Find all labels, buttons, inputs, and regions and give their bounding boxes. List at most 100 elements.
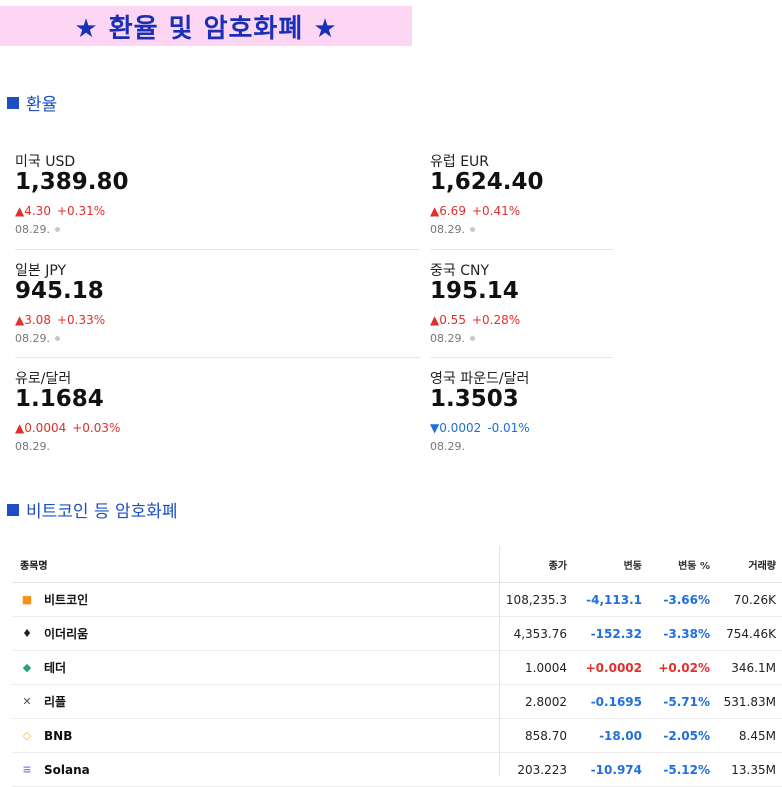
coin-volume: 70.26K (733, 592, 776, 607)
arrow-up-icon: ▲ (430, 313, 440, 327)
bitcoin-icon: ■ (21, 593, 33, 606)
coin-percent: -5.71% (663, 694, 710, 709)
header-percent[interactable]: 변동 % (678, 546, 710, 582)
table-row[interactable]: ♦ 이더리움 4,353.76 -152.32 -3.38% 754.46K (12, 617, 782, 651)
fx-section-label: 환율 (26, 95, 58, 115)
arrow-up-icon: ▲ (15, 421, 25, 435)
coin-volume: 13.35M (731, 762, 776, 777)
fx-name: 미국 USD (15, 154, 76, 170)
coin-percent: -5.12% (663, 762, 710, 777)
arrow-up-icon: ▲ (15, 204, 25, 218)
coin-price: 2.8002 (525, 694, 567, 709)
fx-card[interactable]: 영국 파운드/달러 1.3503 ▼0.0002 -0.01% 08.29. (430, 368, 782, 476)
coin-name[interactable]: ■ 비트코인 (20, 583, 88, 616)
fx-change-percent: +0.03% (72, 421, 121, 435)
fx-divider (430, 249, 613, 250)
fx-value: 945.18 (15, 278, 104, 304)
fx-card[interactable]: 중국 CNY 195.14 ▲0.55 +0.28% 08.29. (430, 260, 782, 368)
coin-name[interactable]: ◆ 테더 (20, 651, 66, 684)
fx-change: ▲4.30 +0.31% (15, 204, 111, 218)
coin-change: +0.0002 (585, 660, 642, 675)
fx-value: 195.14 (430, 278, 519, 304)
table-row[interactable]: ≡ Solana 203.223 -10.974 -5.12% 13.35M (12, 753, 782, 787)
fx-name: 유럽 EUR (430, 154, 490, 170)
coin-name[interactable]: ✕ 리플 (20, 685, 66, 718)
fx-change-percent: +0.41% (471, 204, 521, 218)
fx-card[interactable]: 일본 JPY 945.18 ▲3.08 +0.33% 08.29. (15, 260, 415, 368)
fx-value: 1,624.40 (430, 169, 544, 195)
fx-change: ▲0.55 +0.28% (430, 313, 526, 327)
table-row[interactable]: ◇ BNB 858.70 -18.00 -2.05% 8.45M (12, 719, 782, 753)
fx-change-percent: -0.01% (487, 421, 530, 435)
ripple-icon: ✕ (22, 695, 32, 708)
fx-date: 08.29. (430, 440, 465, 453)
fx-change-amount: ▲0.55 (430, 313, 466, 327)
fx-section-title: 환율 (7, 90, 57, 115)
fx-divider (15, 249, 420, 250)
coin-price: 4,353.76 (513, 626, 567, 641)
status-dot-icon (470, 336, 475, 341)
ethereum-icon: ♦ (22, 627, 32, 640)
header-price[interactable]: 종가 (549, 546, 567, 582)
banner-title: ★ 환율 및 암호화폐 ★ (74, 13, 338, 44)
fx-date: 08.29. (15, 332, 60, 345)
coin-percent: -2.05% (663, 728, 710, 743)
fx-change-amount: ▲4.30 (15, 204, 51, 218)
header-volume[interactable]: 거래량 (748, 546, 776, 582)
table-header: 종목명 종가 변동 변동 % 거래량 (12, 546, 782, 583)
status-dot-icon (55, 227, 60, 232)
fx-name: 일본 JPY (15, 263, 67, 279)
status-dot-icon (55, 336, 60, 341)
fx-card[interactable]: 유럽 EUR 1,624.40 ▲6.69 +0.41% 08.29. (430, 151, 782, 259)
table-row[interactable]: ◆ 테더 1.0004 +0.0002 +0.02% 346.1M (12, 651, 782, 685)
solana-icon: ≡ (22, 763, 32, 776)
coin-percent: -3.66% (663, 592, 710, 607)
fx-date: 08.29. (430, 332, 475, 345)
fx-card[interactable]: 유로/달러 1.1684 ▲0.0004 +0.03% 08.29. (15, 368, 415, 476)
fx-change: ▲6.69 +0.41% (430, 204, 526, 218)
fx-change-percent: +0.31% (56, 204, 106, 218)
fx-change-amount: ▲0.0004 (15, 421, 67, 435)
coin-volume: 754.46K (726, 626, 776, 641)
coin-percent: -3.38% (663, 626, 710, 641)
coin-volume: 8.45M (738, 728, 776, 743)
fx-value: 1.3503 (430, 386, 519, 412)
header-name[interactable]: 종목명 (20, 546, 48, 582)
tether-icon: ◆ (22, 661, 32, 674)
fx-change-amount: ▲3.08 (15, 313, 51, 327)
coin-change: -4,113.1 (586, 592, 642, 607)
coin-price: 858.70 (525, 728, 567, 743)
page-banner: ★ 환율 및 암호화폐 ★ (0, 6, 412, 46)
coin-price: 1.0004 (525, 660, 567, 675)
table-row[interactable]: ✕ 리플 2.8002 -0.1695 -5.71% 531.83M (12, 685, 782, 719)
coin-name[interactable]: ♦ 이더리움 (20, 617, 88, 650)
fx-change: ▲0.0004 +0.03% (15, 421, 126, 435)
crypto-table: 종목명 종가 변동 변동 % 거래량 ■ 비트코인 108,235.3 -4,113.… (12, 546, 782, 787)
status-dot-icon (470, 227, 475, 232)
coin-volume: 531.83M (723, 694, 776, 709)
coin-change: -10.974 (590, 762, 642, 777)
fx-date: 08.29. (15, 223, 60, 236)
fx-value: 1.1684 (15, 386, 104, 412)
coin-name[interactable]: ≡ Solana (20, 753, 89, 786)
coin-volume: 346.1M (731, 660, 776, 675)
section-square-icon (7, 96, 19, 109)
fx-date: 08.29. (15, 440, 50, 453)
fx-change: ▼0.0002 -0.01% (430, 421, 536, 435)
fx-divider (15, 357, 420, 358)
fx-name: 중국 CNY (430, 263, 490, 279)
fx-change-percent: +0.33% (56, 313, 106, 327)
coin-change: -0.1695 (590, 694, 642, 709)
bnb-icon: ◇ (22, 729, 32, 742)
crypto-section-label: 비트코인 등 암호화폐 (26, 502, 178, 522)
header-change[interactable]: 변동 (624, 546, 642, 582)
fx-change: ▲3.08 +0.33% (15, 313, 111, 327)
table-row[interactable]: ■ 비트코인 108,235.3 -4,113.1 -3.66% 70.26K (12, 583, 782, 617)
coin-price: 108,235.3 (505, 592, 567, 607)
fx-change-percent: +0.28% (471, 313, 521, 327)
arrow-down-icon: ▼ (430, 421, 440, 435)
fx-card[interactable]: 미국 USD 1,389.80 ▲4.30 +0.31% 08.29. (15, 151, 415, 259)
fx-name: 유로/달러 (15, 371, 72, 387)
coin-name[interactable]: ◇ BNB (20, 719, 73, 752)
coin-price: 203.223 (517, 762, 567, 777)
